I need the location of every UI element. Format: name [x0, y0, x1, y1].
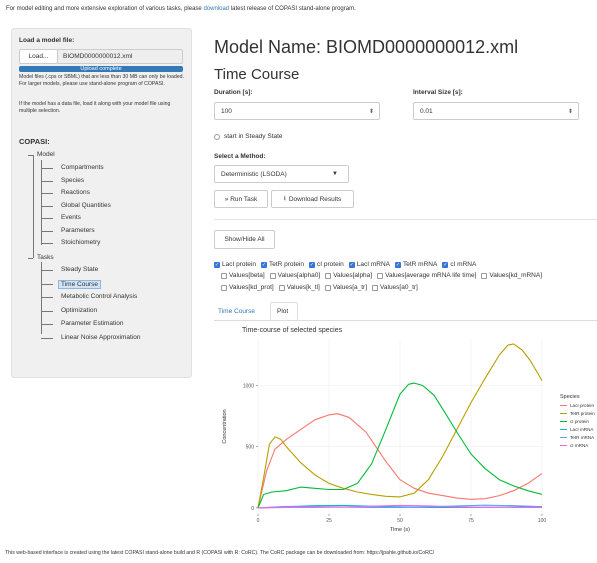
footer-note: This web-based interface is created usin…	[5, 550, 435, 556]
stepper-icon[interactable]: ⬍	[568, 108, 573, 115]
checkbox-ci-mrna[interactable]: ✓ cI mRNA	[442, 261, 476, 268]
method-select[interactable]: Deterministic (LSODA) ▼	[214, 165, 349, 183]
legend-label: cI mRNA	[570, 443, 589, 448]
legend-label: TetR protein	[570, 411, 595, 416]
tree-item-compartments[interactable]: Compartments	[61, 164, 104, 171]
checkbox-values-alpha0[interactable]: Values[alpha0]	[269, 272, 320, 279]
x-tick-label: 75	[468, 518, 474, 524]
legend-label: LacI mRNA	[570, 427, 594, 432]
checkbox-values-average-mrna-life-time[interactable]: Values[average mRNA life time]	[377, 272, 476, 279]
checkbox-icon[interactable]	[278, 284, 285, 291]
check-icon[interactable]: ✓	[309, 261, 316, 268]
tab-plot[interactable]: Plot	[270, 302, 298, 320]
checkbox-values-a0-tr[interactable]: Values[a0_tr]	[372, 284, 418, 291]
tree-item-global-quantities[interactable]: Global Quantities	[61, 202, 111, 209]
file-size-note: Model files (.cps or SBML) that are less…	[19, 74, 184, 87]
x-tick-label: 100	[538, 518, 547, 524]
checkbox-values-kd-mrna[interactable]: Values[kd_mRNA]	[481, 272, 542, 279]
file-name-field: BIOMD0000000012.xml	[57, 49, 183, 64]
checkbox-icon[interactable]	[324, 284, 331, 291]
chart-title: Time-course of selected species	[242, 327, 343, 334]
tree-item-time-course[interactable]: Time Course	[58, 279, 101, 289]
checkbox-icon[interactable]	[377, 272, 384, 279]
legend-label: TetR mRNA	[570, 435, 595, 440]
divider	[214, 219, 597, 220]
check-icon[interactable]: ✓	[260, 261, 267, 268]
checkbox-laci-mrna[interactable]: ✓ LacI mRNA	[348, 261, 390, 268]
checkbox-values-kd-prot[interactable]: Values[kd_prot]	[221, 284, 274, 291]
x-tick-label: 50	[397, 518, 403, 524]
tab-time-course[interactable]: Time Course	[214, 305, 262, 319]
caret-down-icon: ▼	[332, 171, 338, 177]
y-tick-label: 1000	[243, 384, 254, 390]
model-title: Model Name: BIOMD0000000012.xml	[214, 37, 519, 57]
tree-item-species[interactable]: Species	[61, 177, 84, 184]
checkbox-icon[interactable]	[325, 272, 332, 279]
load-button[interactable]: Load...	[19, 49, 58, 64]
checkbox-icon[interactable]	[269, 272, 276, 279]
run-task-button[interactable]: » Run Task	[214, 190, 268, 208]
tree-item-stoichiometry[interactable]: Stoichiometry	[61, 239, 100, 246]
check-icon[interactable]: ✓	[442, 261, 449, 268]
checkbox-laci-protein[interactable]: ✓ LacI protein	[214, 261, 256, 268]
show-hide-all-button[interactable]: Show/Hide All	[214, 230, 275, 249]
top-note: For model editing and more extensive exp…	[6, 6, 356, 12]
checkbox-values-k-tl[interactable]: Values[k_tl]	[278, 284, 320, 291]
species-checkbox-row-2: Values[beta] Values[alpha0] Values[alpha] V…	[221, 272, 547, 279]
checkbox-icon[interactable]	[221, 284, 227, 291]
tree-item-steady-state[interactable]: Steady State	[61, 266, 98, 273]
duration-input[interactable]: 100 ⬍	[214, 102, 380, 120]
y-axis-label: Concentration	[222, 409, 228, 443]
checkbox-tetr-protein[interactable]: ✓ TetR protein	[260, 261, 304, 268]
tree-item-metabolic-control-analysis[interactable]: Metabolic Control Analysis	[61, 293, 137, 300]
interval-input[interactable]: 0.01 ⬍	[413, 102, 579, 120]
check-icon[interactable]: ✓	[348, 261, 355, 268]
tree-item-linear-noise-approximation[interactable]: Linear Noise Approximation	[61, 334, 141, 341]
x-tick-label: 0	[257, 518, 260, 524]
data-file-note: If the model has a data file, load it al…	[19, 101, 171, 114]
checkbox-values-a-tr[interactable]: Values[a_tr]	[324, 284, 367, 291]
checkbox-icon[interactable]	[372, 284, 379, 291]
tree-item-reactions[interactable]: Reactions	[61, 189, 90, 196]
legend-title: Species	[560, 394, 580, 400]
tree-item-parameters[interactable]: Parameters	[61, 227, 95, 234]
checkbox-values-alpha[interactable]: Values[alpha]	[325, 272, 372, 279]
tree-model[interactable]: Model	[37, 151, 55, 158]
interval-label: Interval Size [s]:	[413, 89, 463, 96]
steady-state-option[interactable]: start in Steady State	[214, 133, 283, 140]
radio-icon[interactable]	[214, 133, 220, 140]
check-icon[interactable]: ✓	[395, 261, 401, 268]
checkbox-values-beta[interactable]: Values[beta]	[221, 272, 265, 279]
tree-item-optimization[interactable]: Optimization	[61, 307, 97, 314]
tree-tasks[interactable]: Tasks	[37, 254, 54, 261]
duration-label: Duration [s]:	[214, 89, 253, 96]
checkbox-ci-protein[interactable]: ✓ cI protein	[309, 261, 344, 268]
tree-item-events[interactable]: Events	[61, 214, 81, 221]
y-tick-label: 0	[251, 506, 254, 512]
tab-divider	[214, 320, 597, 321]
task-title: Time Course	[214, 66, 300, 83]
download-results-button[interactable]: ⭳ Download Results	[271, 190, 354, 208]
time-course-chart: Time-course of selected species 0 25 50 75 10…	[222, 327, 595, 533]
stepper-icon[interactable]: ⬍	[369, 108, 374, 115]
x-tick-label: 25	[326, 518, 332, 524]
legend-label: cI protein	[570, 419, 589, 424]
upload-progress-bar: Upload complete	[19, 66, 183, 72]
check-icon[interactable]: ✓	[214, 261, 220, 268]
tree-item-parameter-estimation[interactable]: Parameter Estimation	[61, 320, 124, 327]
x-axis-label: Time (s)	[390, 527, 410, 533]
species-checkbox-row-1: ✓ LacI protein ✓ TetR protein ✓ cI protein ✓ La…	[214, 261, 481, 268]
download-link[interactable]: download	[203, 6, 229, 12]
method-label: Select a Method:	[214, 153, 266, 160]
legend-label: LacI protein	[570, 403, 594, 408]
checkbox-icon[interactable]	[221, 272, 227, 279]
checkbox-icon[interactable]	[481, 272, 488, 279]
y-tick-label: 500	[246, 445, 255, 451]
copasi-tree-title: COPASI:	[19, 137, 50, 146]
species-checkbox-row-3: Values[kd_prot] Values[k_tl] Values[a_tr] V…	[221, 284, 423, 291]
load-model-label: Load a model file:	[19, 37, 75, 44]
download-icon: ⭳	[283, 196, 286, 202]
checkbox-tetr-mrna[interactable]: ✓ TetR mRNA	[395, 261, 437, 268]
